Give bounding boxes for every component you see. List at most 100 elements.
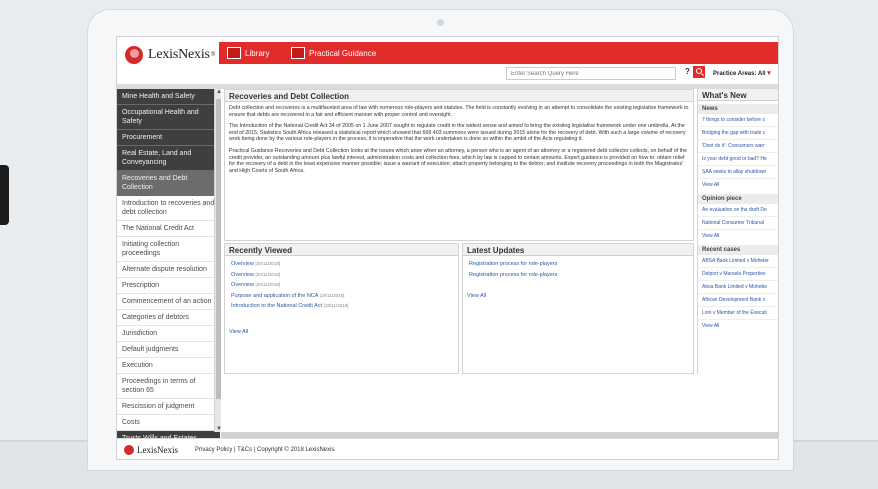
cases-view-all[interactable]: View All: [698, 320, 778, 332]
latest-update-item[interactable]: Registration process for role-players: [469, 259, 687, 270]
opinion-list: An evaluation on the draft De National Co…: [698, 204, 778, 230]
paragraph: Debt collection and recoveries is a mult…: [229, 105, 689, 118]
recently-viewed-view-all[interactable]: View All: [225, 329, 458, 335]
scrollbar-thumb[interactable]: [216, 99, 221, 399]
sidebar-item[interactable]: Alternate dispute resolution: [117, 262, 220, 278]
brand-name: LexisNexis: [148, 47, 210, 62]
cases-item[interactable]: African Development Bank v: [698, 294, 778, 307]
recently-viewed-list: Overview [20/11/2018] Overview [20/11/201…: [225, 256, 458, 315]
opinion-item[interactable]: An evaluation on the draft De: [698, 204, 778, 217]
main-content: Recoveries and Debt Collection Debt coll…: [224, 89, 694, 241]
cases-item[interactable]: Delport v Marsela Properties: [698, 268, 778, 281]
nav-bar: Library Practical Guidance: [219, 42, 778, 64]
sidebar-item[interactable]: Recoveries and Debt Collection: [117, 171, 220, 196]
recently-viewed-item[interactable]: Introduction to the National Credit Act …: [231, 301, 452, 312]
scroll-up-icon[interactable]: ▲: [216, 89, 222, 95]
recently-viewed-date: [20/11/2018]: [255, 271, 281, 277]
page-title: Recoveries and Debt Collection: [225, 90, 693, 102]
latest-updates-panel: Latest Updates Registration process for …: [462, 243, 694, 374]
camera-icon: [437, 19, 444, 26]
search-row: ? Practice Areas: All ▾: [117, 64, 778, 82]
footer: LexisNexis Privacy Policy | T&Cs | Copyr…: [117, 438, 778, 459]
recently-viewed-item[interactable]: Overview [20/11/2018]: [231, 280, 452, 291]
tab-library[interactable]: Library: [227, 45, 269, 61]
lexisnexis-logo-icon: [125, 46, 143, 64]
app-screen: LexisNexis ® Library Practical Guidance …: [116, 36, 779, 460]
news-item[interactable]: 'Dont do it': Consumers warr: [698, 140, 778, 153]
latest-updates-view-all[interactable]: View All: [463, 293, 693, 299]
brand-logo[interactable]: LexisNexis ®: [125, 45, 215, 65]
news-item[interactable]: 7 things to consider before s: [698, 114, 778, 127]
news-view-all[interactable]: View All: [698, 179, 778, 191]
practice-areas-label: Practice Areas: All: [713, 71, 766, 77]
news-item[interactable]: Bridging the gap with trade c: [698, 127, 778, 140]
sidebar-item[interactable]: Default judgments: [117, 342, 220, 358]
recently-viewed-link: Introduction to the National Credit Act: [231, 303, 323, 309]
opinion-view-all[interactable]: View All: [698, 230, 778, 242]
footer-brand-name: LexisNexis: [137, 445, 178, 455]
recently-viewed-link: Purpose and application of the NCA: [231, 292, 319, 299]
sidebar-item[interactable]: Categories of debtors: [117, 310, 220, 326]
recently-viewed-date: [20/11/2018]: [255, 282, 281, 287]
sidebar-item[interactable]: Commencement of an action: [117, 294, 220, 310]
recently-viewed-item[interactable]: Overview [20/11/2018]: [231, 259, 452, 270]
recently-viewed-item[interactable]: Purpose and application of the NCA [19/1…: [231, 291, 452, 302]
brand-mark: ®: [210, 52, 216, 58]
header: LexisNexis ® Library Practical Guidance …: [117, 37, 778, 85]
sidebar-item[interactable]: Execution: [117, 358, 220, 374]
book-icon: [227, 47, 241, 59]
whats-new-panel: What's New News 7 things to consider bef…: [697, 89, 778, 374]
news-item[interactable]: Is your debt good or bad? He: [698, 153, 778, 166]
sidebar-item[interactable]: Real Estate, Land and Conveyancing: [117, 146, 220, 171]
recently-viewed-date: [20/11/2018]: [255, 261, 281, 266]
latest-updates-list: Registration process for role-players Reg…: [463, 256, 693, 283]
search-input[interactable]: [506, 67, 676, 80]
help-button[interactable]: ?: [685, 67, 690, 76]
recently-viewed-date: [19/11/2018]: [323, 303, 349, 308]
sidebar-item[interactable]: Occupational Health and Safety: [117, 105, 220, 130]
recently-viewed-panel: Recently Viewed Overview [20/11/2018] Ove…: [224, 243, 459, 374]
recently-viewed-date: [19/11/2018]: [319, 292, 345, 298]
news-list: 7 things to consider before s Bridging th…: [698, 114, 778, 179]
paragraph: The Introduction of the National Credit …: [229, 123, 686, 143]
sidebar-item[interactable]: Initiating collection proceedings: [117, 237, 220, 262]
sidebar-item[interactable]: Procurement: [117, 130, 220, 146]
cases-item[interactable]: Loni v Member of the Executi: [698, 307, 778, 320]
sidebar: Mine Health and Safety Occupational Healt…: [117, 89, 221, 459]
lexisnexis-logo-icon: [124, 445, 134, 455]
tab-practical-guidance[interactable]: Practical Guidance: [291, 45, 376, 61]
search-icon[interactable]: [693, 66, 705, 78]
practice-areas-dropdown[interactable]: Practice Areas: All ▾: [713, 69, 771, 77]
document-icon: [291, 47, 305, 59]
recently-viewed-item[interactable]: Overview [20/11/2018]: [231, 270, 452, 281]
sidebar-item[interactable]: Proceedings in terms of section 65: [117, 374, 220, 399]
recently-viewed-link: Overview: [231, 261, 254, 267]
cases-item[interactable]: Absa Bank Limited v Mohebe: [698, 281, 778, 294]
cases-item[interactable]: ABSA Bank Limited v Mohebe: [698, 255, 778, 268]
sidebar-item[interactable]: Rescission of judgment: [117, 399, 220, 415]
news-item[interactable]: SAA seeks to allay shutdown: [698, 166, 778, 179]
sidebar-item[interactable]: Costs: [117, 415, 220, 431]
tab-library-label: Library: [245, 48, 270, 58]
latest-update-item[interactable]: Registration process for role-players: [469, 270, 687, 281]
recently-viewed-title: Recently Viewed: [225, 244, 458, 256]
sidebar-item[interactable]: The National Credit Act: [117, 221, 220, 237]
sidebar-item[interactable]: Mine Health and Safety: [117, 89, 220, 105]
cases-list: ABSA Bank Limited v Mohebe Delport v Mars…: [698, 255, 778, 320]
desk-object: [0, 165, 9, 225]
sidebar-item[interactable]: Introduction to recoveries and debt coll…: [117, 196, 220, 221]
footer-brand[interactable]: LexisNexis: [124, 445, 178, 455]
sidebar-item[interactable]: Jurisdiction: [117, 326, 220, 342]
sidebar-item[interactable]: Prescription: [117, 278, 220, 294]
footer-links[interactable]: Privacy Policy | T&Cs | Copyright © 2018…: [195, 447, 334, 453]
chevron-down-icon: ▾: [767, 70, 771, 77]
opinion-item[interactable]: National Consumer Tribunal: [698, 217, 778, 230]
cases-heading: Recent cases: [698, 245, 778, 255]
tab-practical-label: Practical Guidance: [309, 48, 377, 58]
whats-new-title: What's New: [698, 89, 778, 101]
sidebar-scrollbar[interactable]: ▲ ▼: [214, 89, 222, 432]
recently-viewed-link: Overview: [231, 282, 254, 288]
latest-updates-title: Latest Updates: [463, 244, 693, 256]
main-body: Debt collection and recoveries is a mult…: [225, 102, 693, 182]
news-heading: News: [698, 104, 778, 114]
